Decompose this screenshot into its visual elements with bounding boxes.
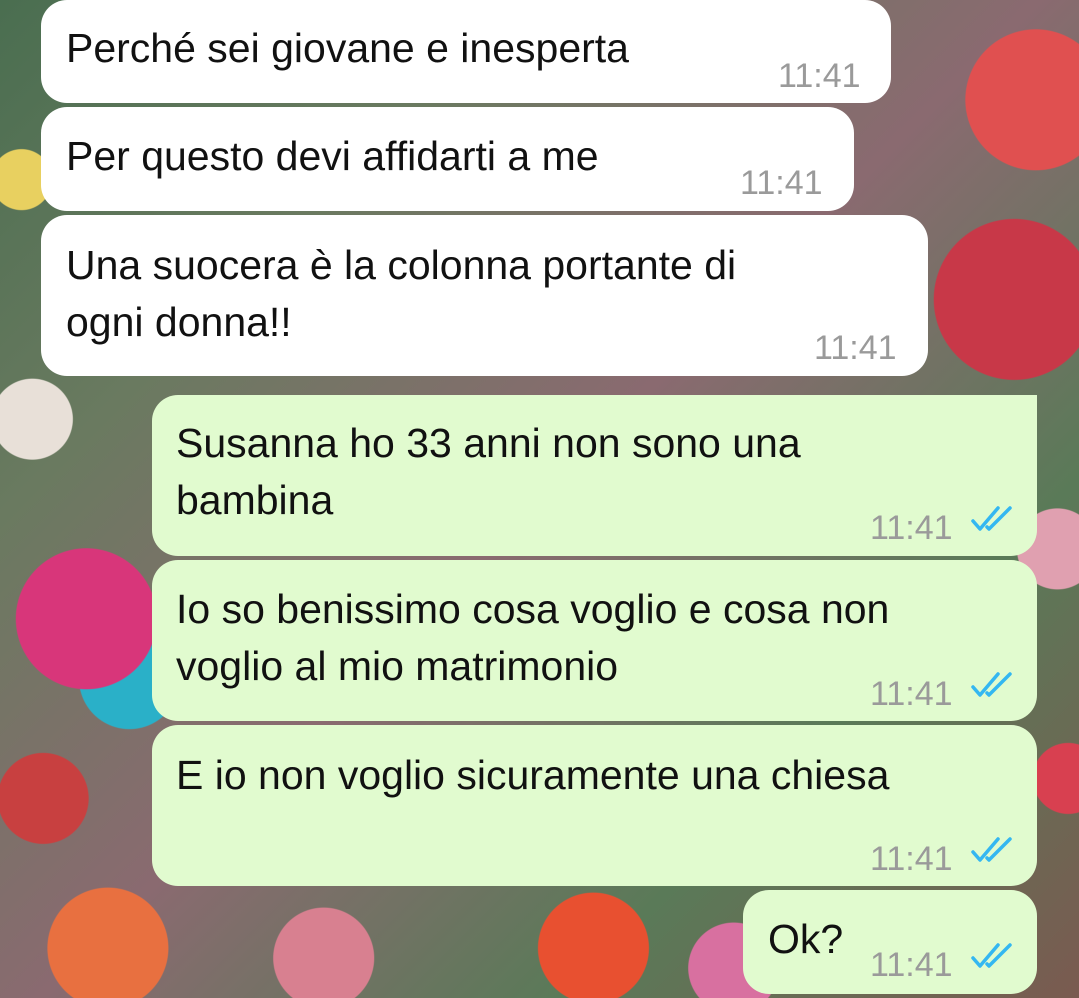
message-text-line: Una suocera è la colonna portante di bbox=[66, 242, 737, 288]
double-check-icon bbox=[971, 506, 1012, 531]
message-bubble-outgoing[interactable]: Ok? 11:41 bbox=[743, 890, 1037, 994]
message-text: Per questo devi affidarti a me bbox=[66, 133, 599, 179]
message-text-line: Io so benissimo cosa voglio e cosa non bbox=[176, 586, 890, 632]
message-text-line: voglio al mio matrimonio bbox=[176, 643, 619, 689]
message-text: Ok? bbox=[768, 916, 844, 962]
double-check-icon bbox=[971, 943, 1012, 968]
message-timestamp: 11:41 bbox=[870, 840, 953, 878]
message-text: E io non voglio sicuramente una chiesa bbox=[176, 752, 890, 798]
message-text-line: Susanna ho 33 anni non sono una bbox=[176, 420, 801, 466]
message-bubble-outgoing[interactable]: Io so benissimo cosa voglio e cosa non v… bbox=[152, 560, 1037, 721]
message-bubble-incoming[interactable]: Per questo devi affidarti a me 11:41 bbox=[41, 107, 854, 211]
message-timestamp: 11:41 bbox=[870, 675, 953, 713]
double-check-icon bbox=[971, 672, 1012, 697]
message-bubble-outgoing[interactable]: Susanna ho 33 anni non sono una bambina … bbox=[152, 395, 1037, 556]
message-timestamp: 11:41 bbox=[870, 946, 953, 984]
message-text-line: ogni donna!! bbox=[66, 299, 292, 345]
message-bubble-outgoing[interactable]: E io non voglio sicuramente una chiesa 1… bbox=[152, 725, 1037, 886]
message-bubble-incoming[interactable]: Una suocera è la colonna portante di ogn… bbox=[41, 215, 928, 376]
message-text-line: bambina bbox=[176, 477, 334, 523]
double-check-icon bbox=[971, 837, 1012, 862]
message-timestamp: 11:41 bbox=[814, 329, 897, 367]
message-timestamp: 11:41 bbox=[778, 57, 861, 95]
message-text: Perché sei giovane e inesperta bbox=[66, 25, 629, 71]
message-timestamp: 11:41 bbox=[740, 164, 823, 202]
message-timestamp: 11:41 bbox=[870, 509, 953, 547]
message-bubble-incoming[interactable]: Perché sei giovane e inesperta 11:41 bbox=[41, 0, 891, 103]
